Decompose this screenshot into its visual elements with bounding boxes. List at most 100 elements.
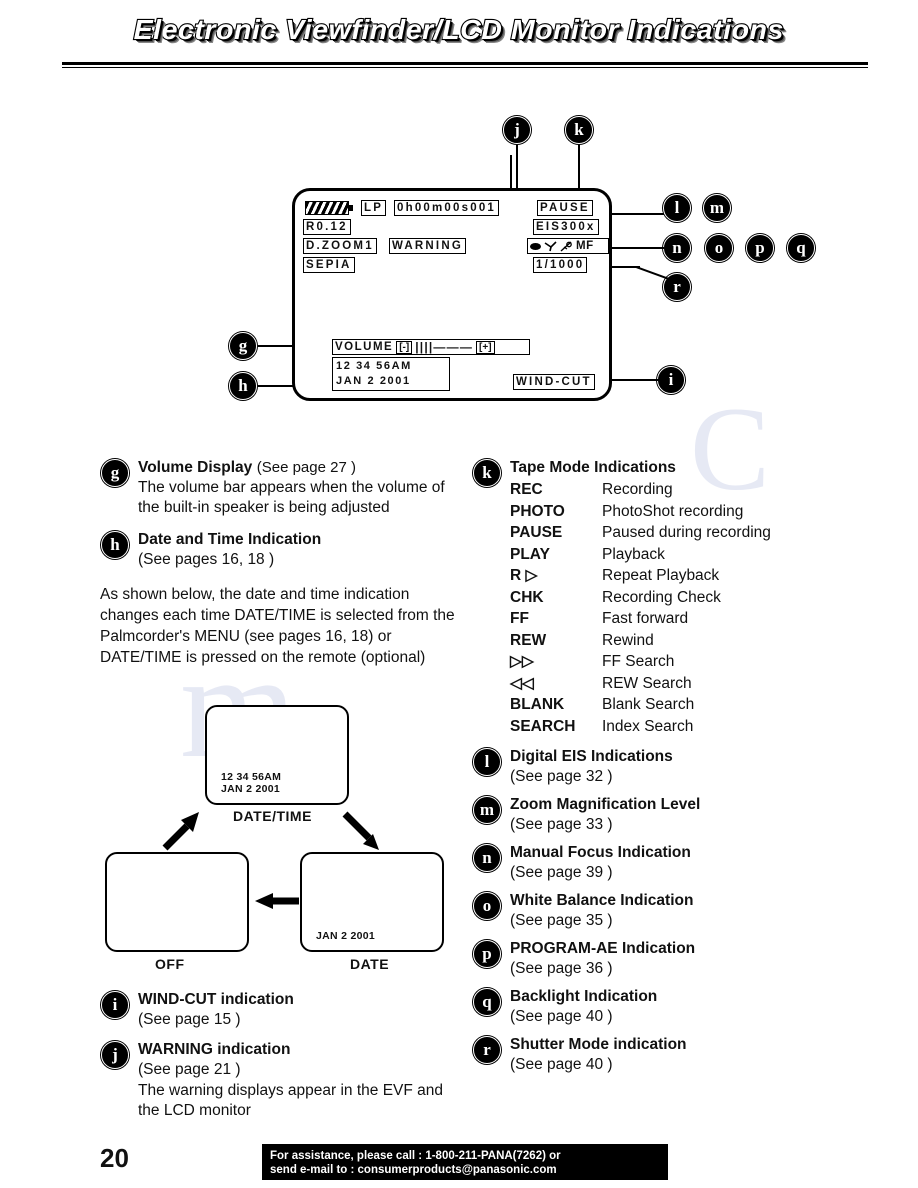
callout-badge-p[interactable]: p [745, 233, 775, 263]
entry-page-ref: (See pages 16, 18 ) [138, 551, 275, 568]
osd-shutter: 1/1000 [533, 257, 588, 273]
table-row: PHOTO PhotoShot recording [510, 502, 744, 520]
wb-indoor-icon [544, 240, 557, 251]
lcd-monitor-diagram: LP 0h00m00s001 PAUSE R0.12 EIS300x D.ZOO… [292, 188, 612, 401]
callout-badge-l[interactable]: l [662, 193, 692, 223]
entry-body: The volume bar appears when the volume o… [138, 479, 445, 516]
left-description-column-bottom: i WIND-CUT indication (See page 15 ) j W… [100, 990, 460, 1129]
flow-arrow-datetime-to-date [342, 811, 379, 850]
table-row: PAUSE Paused during recording [510, 524, 771, 541]
entry-tape-mode: k Tape Mode Indications [472, 458, 832, 488]
entry-title: White Balance Indication [510, 892, 694, 909]
osd-counter: 0h00m00s001 [394, 200, 500, 216]
entry-wind-cut: i WIND-CUT indication (See page 15 ) [100, 990, 460, 1030]
osd-remaining: R0.12 [303, 219, 351, 235]
page-title-text: Electronic Viewfinder/LCD Monitor Indica… [133, 13, 785, 46]
entry-page-ref: (See page 36 ) [510, 960, 613, 977]
entry-title: Tape Mode Indications [510, 459, 676, 476]
volume-minus-button[interactable]: [-] [396, 340, 413, 354]
leader-line-n [608, 247, 664, 249]
flow-screen-off [105, 852, 249, 952]
entry-title: PROGRAM-AE Indication [510, 940, 696, 957]
flow-caption-date: DATE [350, 956, 390, 972]
callout-badge-k[interactable]: k [564, 115, 594, 145]
tape-mode-table: REC Recording PHOTO PhotoShot recording PA… [510, 479, 832, 737]
battery-icon [305, 201, 349, 215]
entry-badge-o: o [472, 891, 502, 921]
flow-screen-date: JAN 2 2001 [300, 852, 444, 952]
entry-volume-display: g Volume Display (See page 27 ) The volu… [100, 458, 460, 518]
osd-time: 12 34 56AM [336, 360, 412, 372]
table-row: CHK Recording Check [510, 588, 721, 606]
leader-line-r-b [635, 266, 669, 280]
left-description-column: g Volume Display (See page 27 ) The volu… [100, 458, 460, 668]
callout-badge-j[interactable]: j [502, 115, 532, 145]
osd-wind-cut: WIND-CUT [513, 374, 595, 390]
entry-page-ref: (See page 40 ) [510, 1056, 613, 1073]
osd-date: JAN 2 2001 [336, 375, 411, 387]
battery-tip-icon [349, 205, 353, 211]
title-divider [62, 62, 868, 65]
entry-warning: j WARNING indication (See page 21 ) The … [100, 1040, 460, 1121]
entry-shutter-mode: r Shutter Mode indication (See page 40 ) [472, 1035, 832, 1075]
entry-title: Backlight Indication [510, 988, 658, 1005]
entry-badge-k: k [472, 458, 502, 488]
callout-badge-m[interactable]: m [702, 193, 732, 223]
entry-title: WIND-CUT indication [138, 991, 294, 1008]
callout-badge-h[interactable]: h [228, 371, 258, 401]
callout-badge-q[interactable]: q [786, 233, 816, 263]
entry-body: The warning displays appear in the EVF a… [138, 1082, 444, 1119]
footer-line-phone: For assistance, please call : 1-800-211-… [270, 1150, 561, 1162]
callout-badge-g[interactable]: g [228, 331, 258, 361]
flow-arrow-off-to-datetime [162, 812, 199, 851]
osd-eis-zoom: EIS300x [533, 219, 599, 235]
volume-plus-button[interactable]: [+] [476, 340, 495, 354]
table-row: SEARCH Index Search [510, 717, 694, 735]
osd-focus-mode: MF [576, 240, 594, 252]
entry-badge-m: m [472, 795, 502, 825]
entry-page-ref: (See page 35 ) [510, 912, 613, 929]
entry-badge-i: i [100, 990, 130, 1020]
entry-zoom-magnification: m Zoom Magnification Level (See page 33 … [472, 795, 832, 835]
entry-program-ae: p PROGRAM-AE Indication (See page 36 ) [472, 939, 832, 979]
entry-page-ref: (See page 40 ) [510, 1008, 613, 1025]
footer-line-email: send e-mail to : consumerproducts@panaso… [270, 1164, 557, 1176]
flow-caption-off: OFF [155, 956, 185, 972]
datetime-explanation-paragraph: As shown below, the date and time indica… [100, 586, 455, 666]
callout-badge-n[interactable]: n [662, 233, 692, 263]
leader-line-l [608, 213, 664, 215]
entry-page-ref: (See page 39 ) [510, 864, 613, 881]
table-row: REC Recording [510, 481, 673, 498]
osd-datetime-block: 12 34 56AM JAN 2 2001 [332, 357, 450, 391]
entry-page-ref: (See page 33 ) [510, 816, 613, 833]
entry-page-ref: (See page 21 ) [138, 1061, 241, 1078]
callout-badge-i[interactable]: i [656, 365, 686, 395]
assistance-footer: For assistance, please call : 1-800-211-… [262, 1144, 668, 1180]
entry-badge-p: p [472, 939, 502, 969]
wb-outdoor-icon [560, 240, 572, 252]
entry-digital-eis: l Digital EIS Indications (See page 32 ) [472, 747, 832, 787]
leader-line-i [612, 379, 660, 381]
table-row: FF Fast forward [510, 610, 689, 627]
flow-screen-date-text: JAN 2 2001 [316, 930, 376, 942]
wb-auto-icon [530, 242, 541, 250]
flow-screen-datetime-text: 12 34 56AM JAN 2 2001 [221, 771, 282, 795]
flow-arrow-date-to-off [255, 893, 299, 909]
entry-title: Volume Display [138, 459, 253, 476]
osd-white-balance-focus: MF [527, 238, 609, 254]
table-row: ▷▷ FF Search [510, 653, 675, 670]
entry-title: Shutter Mode indication [510, 1036, 687, 1053]
title-divider-thin [62, 67, 868, 68]
callout-badge-o[interactable]: o [704, 233, 734, 263]
table-row: REW Rewind [510, 631, 654, 649]
entry-title: Manual Focus Indication [510, 844, 691, 861]
entry-white-balance: o White Balance Indication (See page 35 … [472, 891, 832, 931]
entry-badge-j: j [100, 1040, 130, 1070]
volume-label: VOLUME [335, 341, 394, 353]
entry-page-ref: (See page 32 ) [510, 768, 613, 785]
entry-manual-focus: n Manual Focus Indication (See page 39 ) [472, 843, 832, 883]
table-row: BLANK Blank Search [510, 696, 695, 713]
osd-effect: SEPIA [303, 257, 355, 273]
entry-badge-h: h [100, 530, 130, 560]
page-number: 20 [100, 1143, 129, 1173]
